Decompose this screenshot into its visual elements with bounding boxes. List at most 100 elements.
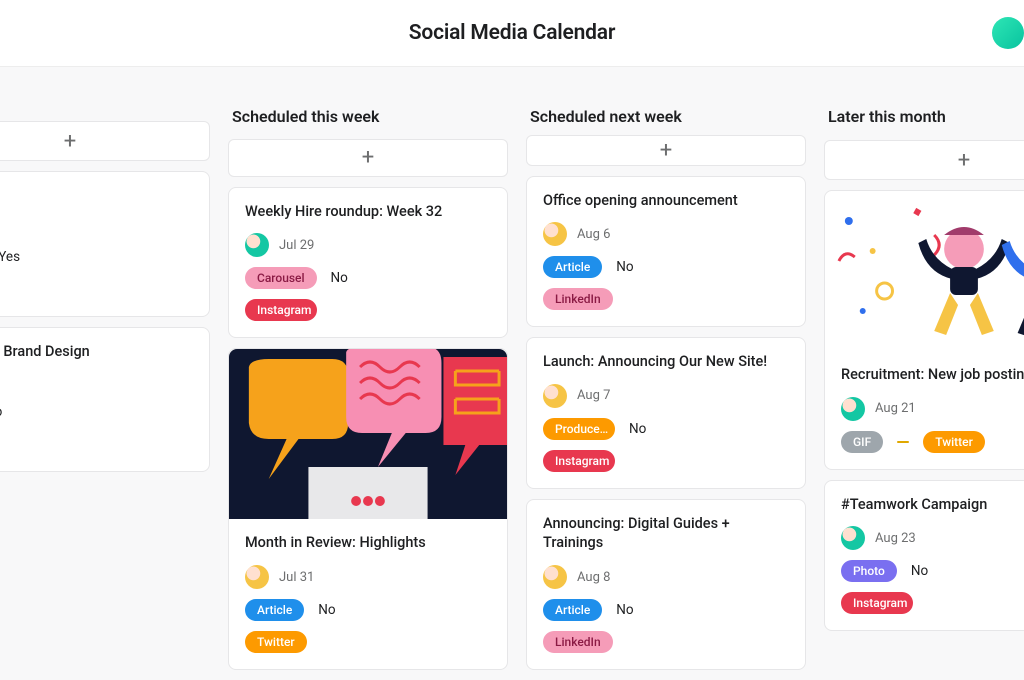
type-pill: Produce…	[543, 418, 615, 440]
due-date: Aug 21	[875, 401, 916, 416]
card-field-row: eo Yes	[0, 246, 193, 268]
assignee-avatar[interactable]	[543, 384, 567, 408]
card-meta: Jul 31	[245, 565, 491, 589]
assignee-avatar[interactable]	[841, 526, 865, 550]
card-title: Announcing: Digital Guides + Trainings	[543, 514, 789, 553]
column-title: Scheduled this week	[228, 97, 508, 139]
channel-pill: LinkedIn	[543, 288, 613, 310]
card-field-row: Produce… No	[543, 418, 789, 440]
card[interactable]: Launch: Announcing Our New Site! Aug 7 P…	[526, 337, 806, 489]
card-field-row: Carousel No	[245, 267, 491, 289]
card-meta: Jul 29	[245, 233, 491, 257]
channel-pill: LinkedIn	[543, 631, 613, 653]
card-meta: Aug 7	[543, 384, 789, 408]
card-field-row: Article No	[245, 599, 491, 621]
type-pill: Photo	[841, 560, 897, 582]
type-pill: Article	[245, 599, 304, 621]
separator-icon	[897, 441, 909, 443]
card-field-row: Instagram	[245, 299, 491, 321]
due-date: Jul 31	[279, 570, 314, 585]
assignee-avatar[interactable]	[245, 565, 269, 589]
card-meta: Aug 23	[841, 526, 1024, 550]
user-avatar[interactable]	[992, 17, 1024, 49]
card-title: Month in Review: Highlights	[245, 533, 491, 553]
card[interactable]: Building Brand Design No	[0, 327, 210, 473]
board: + ce tour eo Yes m Building Brand Design	[0, 67, 1024, 680]
card-field-row: Photo No	[841, 560, 1024, 582]
card-field-row: Article No	[543, 599, 789, 621]
card-field-row: LinkedIn	[543, 288, 789, 310]
channel-pill: Twitter	[245, 631, 307, 653]
field-value: No	[331, 270, 348, 286]
card-title: Building Brand Design	[0, 342, 193, 362]
card[interactable]: Month in Review: Highlights Jul 31 Artic…	[228, 348, 508, 670]
channel-pill: Instagram	[543, 450, 615, 472]
card-field-row	[0, 433, 193, 455]
card-field-row: Twitter	[245, 631, 491, 653]
card-title: ce tour	[0, 186, 193, 206]
card-field-row: Instagram	[543, 450, 789, 472]
field-value: No	[629, 421, 646, 437]
assignee-avatar[interactable]	[543, 222, 567, 246]
assignee-avatar[interactable]	[245, 233, 269, 257]
card[interactable]: Weekly Hire roundup: Week 32 Jul 29 Caro…	[228, 187, 508, 339]
add-card-button[interactable]: +	[526, 135, 806, 166]
card-field-row: No	[0, 401, 193, 423]
card[interactable]: Announcing: Digital Guides + Trainings A…	[526, 499, 806, 670]
channel-pill: Instagram	[245, 299, 317, 321]
field-value: No	[0, 404, 2, 420]
field-value: No	[616, 602, 633, 618]
plus-icon: +	[362, 145, 374, 170]
assignee-avatar[interactable]	[841, 397, 865, 421]
channel-pill: Twitter	[923, 431, 985, 453]
type-pill: Carousel	[245, 267, 317, 289]
card-meta: Aug 8	[543, 565, 789, 589]
card[interactable]: #Teamwork Campaign Aug 23 Photo No Insta…	[824, 480, 1024, 632]
card-meta: Aug 21	[841, 397, 1024, 421]
column-title	[0, 97, 210, 121]
column: Later this month +	[824, 97, 1024, 680]
card-field-row: Instagram	[841, 592, 1024, 614]
card-title: #Teamwork Campaign	[841, 495, 1024, 515]
card-field-row: GIF Twitter	[841, 431, 1024, 453]
due-date: Aug 8	[577, 570, 610, 585]
card-title: Launch: Announcing Our New Site!	[543, 352, 789, 372]
type-pill: GIF	[841, 431, 883, 453]
card-field-row: LinkedIn	[543, 631, 789, 653]
board-columns: + ce tour eo Yes m Building Brand Design	[0, 67, 1024, 680]
card[interactable]: Office opening announcement Aug 6 Articl…	[526, 176, 806, 328]
card-title: Recruitment: New job postin	[841, 365, 1024, 385]
column: Scheduled next week + Office opening ann…	[526, 97, 806, 680]
due-date: Aug 23	[875, 531, 916, 546]
card-meta: Aug 6	[543, 222, 789, 246]
card-title: Weekly Hire roundup: Week 32	[245, 202, 491, 222]
channel-pill: Instagram	[841, 592, 913, 614]
topbar: Social Media Calendar	[0, 0, 1024, 67]
card-cover-image	[825, 191, 1024, 351]
plus-icon: +	[64, 129, 76, 154]
due-date: Jul 29	[279, 238, 314, 253]
plus-icon: +	[958, 148, 970, 173]
field-value: No	[616, 259, 633, 275]
field-value: No	[318, 602, 335, 618]
column-title: Later this month	[824, 97, 1024, 140]
page-title: Social Media Calendar	[409, 21, 615, 45]
field-value: No	[911, 563, 928, 579]
type-pill: Article	[543, 599, 602, 621]
due-date: Aug 6	[577, 227, 610, 242]
type-pill: Article	[543, 256, 602, 278]
card-field-row: Article No	[543, 256, 789, 278]
due-date: Aug 7	[577, 388, 610, 403]
column-title: Scheduled next week	[526, 97, 806, 135]
assignee-avatar[interactable]	[543, 565, 567, 589]
card[interactable]: Recruitment: New job postin Aug 21 GIF T…	[824, 190, 1024, 470]
field-value: Yes	[0, 249, 20, 265]
column: Scheduled this week + Weekly Hire roundu…	[228, 97, 508, 680]
add-card-button[interactable]: +	[228, 139, 508, 177]
plus-icon: +	[660, 138, 672, 163]
card[interactable]: ce tour eo Yes m	[0, 171, 210, 317]
card-cover-image	[229, 349, 507, 519]
add-card-button[interactable]: +	[0, 121, 210, 161]
column: + ce tour eo Yes m Building Brand Design	[0, 97, 210, 680]
add-card-button[interactable]: +	[824, 140, 1024, 180]
